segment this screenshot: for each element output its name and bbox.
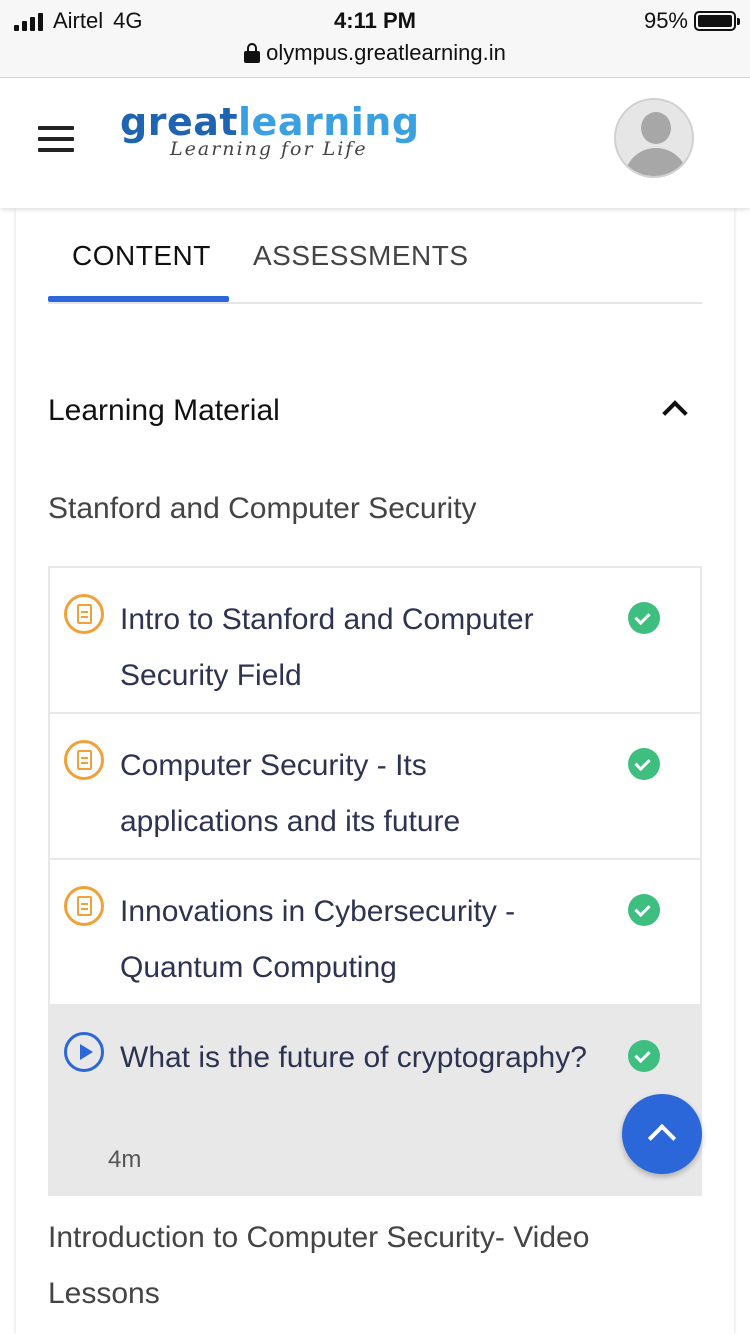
chevron-up-icon: [647, 1123, 677, 1153]
content-card: CONTENT ASSESSMENTS Learning Material St…: [16, 208, 734, 1334]
check-icon: [628, 602, 660, 634]
item-title: Intro to Stanford and Computer Security …: [120, 603, 534, 692]
active-tab-indicator: [48, 296, 229, 302]
item-title: What is the future of cryptography?: [120, 1041, 587, 1074]
menu-icon[interactable]: [38, 126, 74, 152]
tab-assessments[interactable]: ASSESSMENTS: [253, 240, 469, 272]
tab-content[interactable]: CONTENT: [72, 240, 211, 272]
scroll-top-button[interactable]: [622, 1094, 702, 1174]
address-bar[interactable]: olympus.greatlearning.in: [0, 40, 750, 66]
avatar[interactable]: [614, 98, 694, 178]
play-icon: [64, 1032, 104, 1072]
greatlearning-logo[interactable]: greatlearning Learning for Life: [120, 100, 420, 160]
list-item[interactable]: Innovations in Cybersecurity - Quantum C…: [50, 860, 700, 1006]
list-item[interactable]: Intro to Stanford and Computer Security …: [50, 568, 700, 714]
app-header: greatlearning Learning for Life: [0, 78, 750, 208]
status-right: 95%: [643, 8, 740, 34]
battery-icon: [694, 11, 740, 31]
list-item-active[interactable]: What is the future of cryptography? 4m: [50, 1006, 700, 1194]
item-title: Computer Security - Its applications and…: [120, 749, 461, 838]
next-subsection-title[interactable]: Introduction to Computer Security- Video…: [48, 1210, 688, 1322]
document-icon: [64, 594, 104, 634]
check-icon: [628, 748, 660, 780]
item-duration: 4m: [108, 1146, 142, 1173]
lock-icon: [244, 43, 261, 63]
check-icon: [628, 1040, 660, 1072]
learning-material-list: Intro to Stanford and Computer Security …: [48, 566, 702, 1196]
status-bar: Airtel 4G 4:11 PM 95% olympus.greatlearn…: [0, 0, 750, 78]
tab-bar: CONTENT ASSESSMENTS: [48, 208, 702, 304]
url-text: olympus.greatlearning.in: [266, 40, 506, 65]
item-title: Innovations in Cybersecurity - Quantum C…: [120, 895, 516, 984]
check-icon: [628, 894, 660, 926]
document-icon: [64, 886, 104, 926]
battery-percent: 95%: [643, 8, 688, 33]
chevron-up-icon[interactable]: [662, 400, 688, 426]
document-icon: [64, 740, 104, 780]
list-item[interactable]: Computer Security - Its applications and…: [50, 714, 700, 860]
subsection-title: Stanford and Computer Security: [48, 492, 477, 525]
section-title[interactable]: Learning Material: [48, 394, 280, 428]
clock: 4:11 PM: [334, 8, 416, 33]
